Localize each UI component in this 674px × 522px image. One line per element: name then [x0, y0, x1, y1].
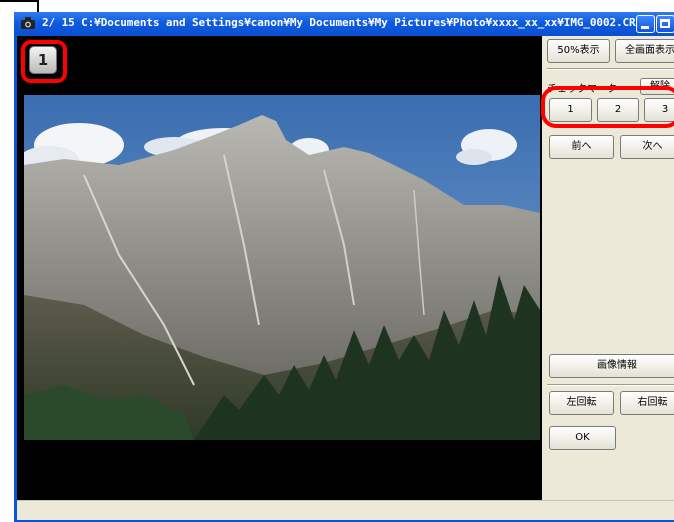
highlight-ring-badge [21, 40, 67, 83]
ok-button[interactable]: OK [549, 426, 616, 450]
panel-divider-lower [547, 384, 674, 386]
highlight-ring-checkmark-buttons [541, 86, 674, 128]
image-viewer[interactable]: 1 [17, 36, 542, 500]
minimize-icon [641, 26, 649, 29]
maximize-button[interactable] [656, 15, 674, 33]
image-info-button[interactable]: 画像情報 [549, 354, 674, 378]
mountain-photo-image [24, 95, 540, 440]
view-50-button[interactable]: 50%表示 [547, 39, 610, 63]
window-title: 2/ 15 C:¥Documents and Settings¥canon¥My… [42, 16, 643, 29]
app-icon [21, 17, 35, 29]
maximize-icon [660, 19, 670, 28]
rotate-left-button[interactable]: 左回転 [549, 391, 614, 415]
title-bar[interactable]: 2/ 15 C:¥Documents and Settings¥canon¥My… [14, 12, 674, 36]
next-button[interactable]: 次へ [620, 135, 674, 159]
callout-leader-line [0, 0, 38, 2]
previous-button[interactable]: 前へ [549, 135, 614, 159]
rotate-right-button[interactable]: 右回転 [620, 391, 674, 415]
status-bar [17, 500, 674, 520]
minimize-button[interactable] [636, 15, 655, 33]
panel-divider [547, 68, 674, 70]
fit-to-window-button[interactable]: 全画面表示 [615, 39, 674, 63]
preview-photo[interactable] [24, 95, 540, 440]
